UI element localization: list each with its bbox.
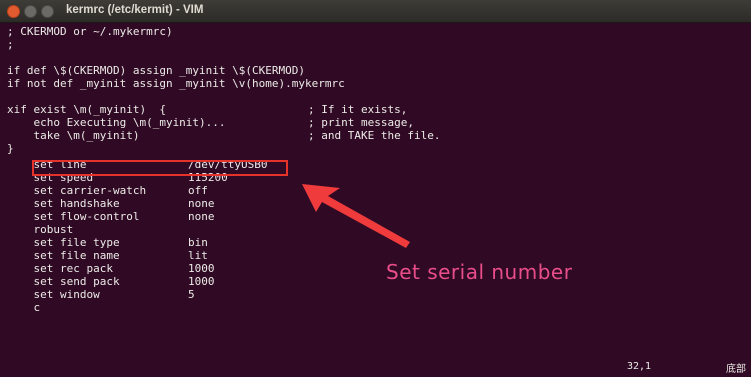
setting-key: set carrier-watch	[7, 184, 147, 197]
code-line: if not def _myinit assign _myinit \v(hom…	[7, 77, 345, 90]
code-comment: ; and TAKE the file.	[308, 129, 441, 142]
setting-key: set file type	[7, 236, 120, 249]
setting-key: robust	[7, 223, 74, 236]
setting-value: 1000	[188, 275, 215, 288]
setting-key: set handshake	[7, 197, 120, 210]
scroll-position-indicator: 底部	[726, 364, 746, 375]
highlight-box	[32, 160, 288, 176]
annotation-label: Set serial number	[386, 260, 573, 284]
pointer-arrow-icon	[302, 184, 410, 248]
setting-key: set rec pack	[7, 262, 113, 275]
code-comment: ; If it exists,	[308, 103, 408, 116]
setting-value: lit	[188, 249, 208, 262]
setting-value: none	[188, 210, 215, 223]
code-line: }	[7, 142, 14, 155]
code-line: echo Executing \m(_myinit)...	[7, 116, 226, 129]
close-button[interactable]	[7, 5, 20, 18]
setting-value: 1000	[188, 262, 215, 275]
setting-value: bin	[188, 236, 208, 249]
code-line: xif exist \m(_myinit) {	[7, 103, 166, 116]
title-bar[interactable]: kermrc (/etc/kermit) - VIM	[0, 0, 751, 23]
code-comment: ; print message,	[308, 116, 414, 129]
code-line: ; CKERMOD or ~/.mykermrc)	[7, 25, 173, 38]
setting-value: none	[188, 197, 215, 210]
setting-key: set file name	[7, 249, 120, 262]
setting-value: 5	[188, 288, 195, 301]
code-line: take \m(_myinit)	[7, 129, 140, 142]
cursor-position: 32,1	[627, 361, 652, 372]
code-line: ;	[7, 38, 14, 51]
setting-key: set window	[7, 288, 100, 301]
code-line: if def \$(CKERMOD) assign _myinit \$(CKE…	[7, 64, 306, 77]
setting-key: set flow-control	[7, 210, 140, 223]
maximize-button[interactable]	[41, 5, 54, 18]
minimize-button[interactable]	[24, 5, 37, 18]
setting-key: c	[7, 301, 41, 314]
setting-value: off	[188, 184, 208, 197]
vim-window: kermrc (/etc/kermit) - VIM ; CKERMOD or …	[0, 0, 751, 377]
setting-key: set send pack	[7, 275, 120, 288]
window-title: kermrc (/etc/kermit) - VIM	[66, 4, 204, 16]
